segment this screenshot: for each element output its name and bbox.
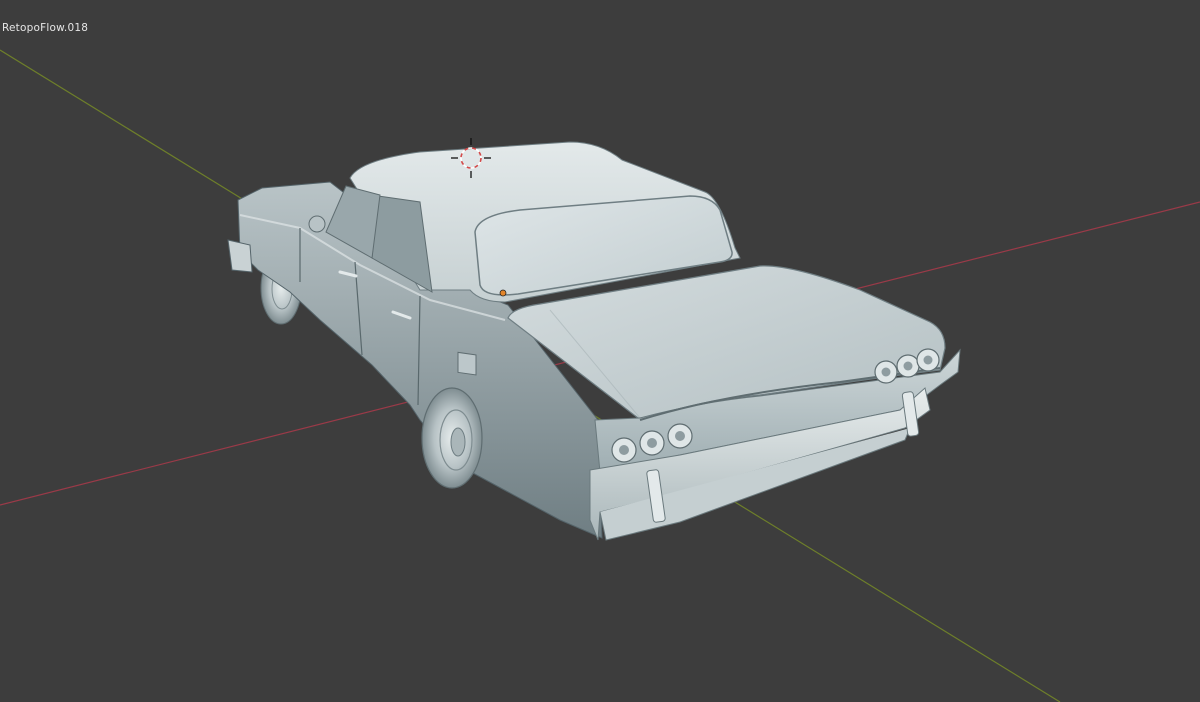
active-object-name: RetopoFlow.018 [2,22,89,34]
car-3d-model[interactable] [227,141,961,541]
3d-viewport[interactable]: RetopoFlow.018 [0,0,1200,702]
fuel-door [457,351,477,376]
origin-point-icon[interactable] [499,289,507,297]
side-mirror [308,215,326,233]
viewport-scene[interactable] [0,0,1200,702]
